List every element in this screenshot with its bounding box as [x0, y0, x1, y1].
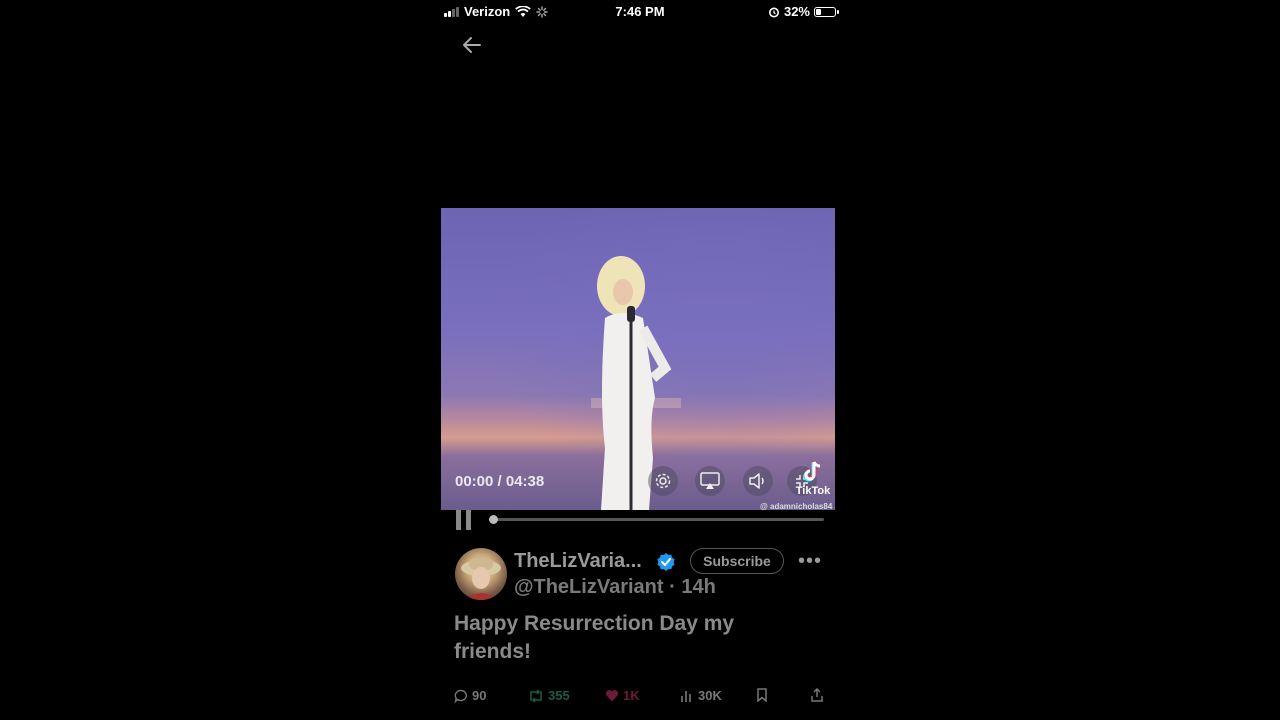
repost-icon — [530, 688, 542, 703]
video-player[interactable]: 00:00 / 04:38 TikTok — [441, 208, 835, 510]
like-count: 1K — [623, 688, 640, 703]
display-name[interactable]: TheLizVaria... — [514, 550, 642, 573]
arrow-left-icon — [463, 37, 481, 53]
views-chart-icon — [681, 690, 691, 702]
tiktok-brand-label: TikTok — [795, 485, 831, 497]
tiktok-logo-icon — [803, 461, 821, 482]
battery-icon — [814, 6, 839, 17]
video-scrubber[interactable] — [489, 515, 824, 524]
reply-count: 90 — [472, 688, 487, 703]
alarm-icon — [768, 7, 779, 17]
tiktok-handle-label: @ adamnicholas84 — [760, 502, 833, 511]
pause-icon-bar — [466, 510, 471, 530]
scrubber-knob[interactable] — [489, 515, 498, 524]
pause-icon — [456, 510, 461, 530]
separator-dot: · — [669, 576, 676, 598]
user-handle[interactable]: @TheLizVariant — [514, 576, 664, 598]
reply-button[interactable]: 90 — [454, 688, 486, 703]
share-icon — [811, 688, 823, 702]
reply-icon — [454, 689, 467, 703]
bookmark-button[interactable] — [756, 688, 768, 702]
tweet-text: Happy Resurrection Day my friends! — [454, 612, 735, 663]
views-button[interactable]: 30K — [680, 688, 722, 703]
more-options-icon[interactable]: ••• — [798, 550, 822, 573]
volume-icon — [749, 473, 764, 489]
like-button[interactable]: 1K — [605, 688, 640, 703]
battery-percent: 32% — [783, 4, 810, 19]
avatar-image — [461, 558, 501, 600]
status-right: 32% — [768, 4, 839, 19]
view-count: 30K — [698, 688, 722, 703]
pause-button[interactable] — [456, 510, 474, 530]
action-bar: 90 355 1K 30K — [440, 688, 840, 710]
phone-screen: Verizon 7:46 PM 32% 00:00 / 04:38 TikTok… — [440, 0, 840, 720]
share-button[interactable] — [810, 688, 824, 702]
verified-badge-icon — [657, 553, 675, 571]
video-time: 00:00 / 04:38 — [455, 473, 545, 490]
heart-icon — [605, 690, 619, 702]
gear-icon — [655, 473, 671, 489]
airplay-icon — [700, 472, 720, 489]
repost-count: 355 — [548, 688, 570, 703]
status-bar: Verizon 7:46 PM 32% — [440, 0, 840, 24]
handle-line: @TheLizVariant · 14h — [514, 576, 716, 599]
subscribe-button[interactable]: Subscribe — [690, 548, 784, 574]
video-settings-button[interactable] — [648, 466, 678, 496]
volume-button[interactable] — [743, 466, 773, 496]
tiktok-watermark: TikTok — [791, 460, 835, 497]
avatar[interactable] — [455, 548, 507, 600]
repost-button[interactable]: 355 — [528, 688, 570, 703]
airplay-button[interactable] — [695, 466, 725, 496]
back-button[interactable] — [460, 34, 484, 56]
bookmark-icon — [757, 688, 767, 702]
post-age[interactable]: 14h — [681, 576, 715, 598]
